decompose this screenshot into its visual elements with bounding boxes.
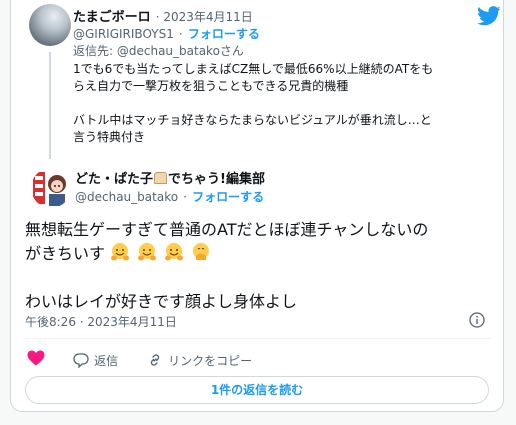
follow-button[interactable]: フォローする	[188, 27, 260, 41]
handle-row: @dechau_batako · フォローする	[75, 186, 264, 205]
display-name[interactable]: どた・ぱた子	[75, 172, 153, 187]
tweet-date[interactable]: · 2023年4月11日	[156, 10, 253, 24]
divider	[25, 338, 491, 339]
hugging-face-emoji	[111, 243, 130, 261]
reply-action[interactable]: 返信	[73, 350, 118, 369]
reply-label: 返信	[94, 354, 119, 368]
tweet-card: たまごボーロ · 2023年4月11日 @GIRIGIRIBOYS1 · フォロ…	[10, 0, 504, 412]
follow-button[interactable]: フォローする	[192, 190, 264, 204]
handle[interactable]: @dechau_batako	[75, 190, 178, 204]
tweet-timestamp[interactable]: 午後8:26 · 2023年4月11日	[25, 313, 177, 330]
bread-emoji	[154, 172, 168, 184]
tweet-text-line: 1でも6でも当たってしまえばCZ無しで最低66%以上継続のATをも	[73, 62, 434, 76]
thread-line	[49, 52, 51, 159]
tweet-text-line: バトル中はマッチョ好きならたまらないビジュアルが垂れ流し…と	[73, 113, 432, 127]
heart-icon[interactable]	[27, 350, 45, 366]
separator: ·	[178, 27, 183, 41]
tweet-text: 無想転生ゲーすぎて普通のATだとほぼ連チャンしないの がきちいす わいはレイが好…	[25, 218, 495, 314]
avatar[interactable]	[29, 4, 71, 46]
hugging-face-emoji	[165, 243, 184, 261]
replying-to: 返信先: @dechau_batakoさん	[73, 40, 244, 59]
author-row: どた・ぱた子 でちゃう!編集部	[75, 168, 265, 187]
face-with-hand-emoji	[193, 243, 210, 260]
twitter-bird-icon[interactable]	[477, 6, 501, 26]
read-replies-button[interactable]: 1件の返信を読む	[25, 376, 489, 404]
info-icon[interactable]	[469, 312, 485, 328]
avatar-illustration	[33, 172, 66, 206]
tweet-text-line: らえ自力で一撃万枚を狙うこともできる兄貴的機種	[73, 79, 349, 93]
tweet-text-line: がきちいす	[25, 244, 106, 263]
avatar[interactable]	[31, 168, 71, 208]
hugging-face-emoji	[138, 243, 157, 261]
tweet-text: 1でも6でも当たってしまえばCZ無しで最低66%以上継続のATをも らえ自力で一…	[73, 61, 493, 146]
display-name-suffix[interactable]: でちゃう!編集部	[168, 172, 265, 187]
copy-link-action[interactable]: リンクをコピー	[147, 350, 252, 369]
tweet-text-line: 言う特典付き	[73, 130, 146, 144]
reply-suffix: さん	[219, 44, 244, 58]
tweet-text-line: わいはレイが好きです顔よし身体よし	[25, 292, 298, 311]
separator: ·	[183, 190, 187, 204]
link-icon	[150, 354, 160, 366]
copy-link-label: リンクをコピー	[168, 354, 253, 368]
reply-prefix: 返信先:	[73, 44, 117, 58]
reply-icon	[73, 353, 89, 369]
tweet-text-line-with-emoji: がきちいす	[25, 242, 495, 266]
tweet-text-line: 無想転生ゲーすぎて普通のATだとほぼ連チャンしないの	[25, 220, 429, 239]
reply-handle-link[interactable]: @dechau_batako	[117, 44, 220, 58]
handle[interactable]: @GIRIGIRIBOYS1	[73, 27, 174, 41]
